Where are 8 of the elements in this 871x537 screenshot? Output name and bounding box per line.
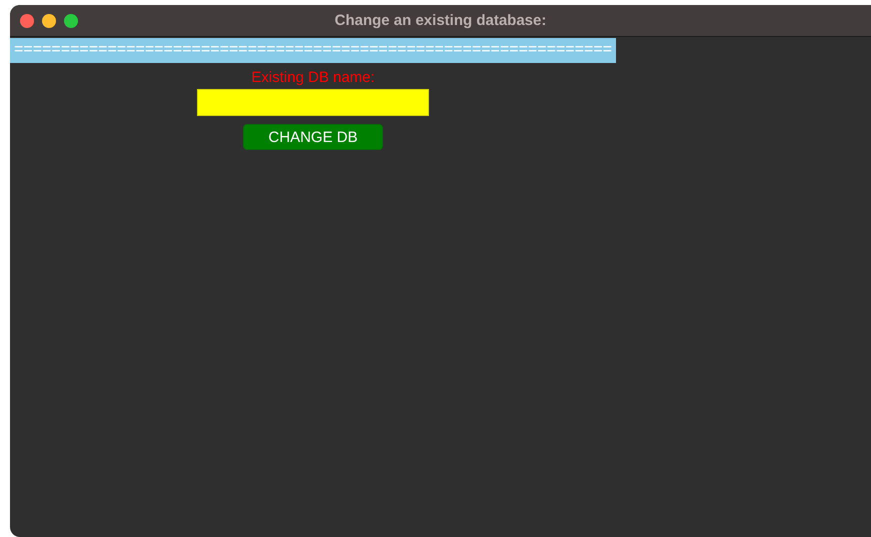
- close-button[interactable]: [20, 14, 34, 28]
- separator-banner: ================================================================: [10, 38, 616, 63]
- field-label: Existing DB name:: [251, 69, 375, 87]
- maximize-button[interactable]: [64, 14, 78, 28]
- db-name-field[interactable]: [197, 89, 429, 116]
- change-db-button[interactable]: CHANGE DB: [243, 124, 383, 150]
- minimize-button[interactable]: [42, 14, 56, 28]
- window-title: Change an existing database:: [334, 12, 546, 29]
